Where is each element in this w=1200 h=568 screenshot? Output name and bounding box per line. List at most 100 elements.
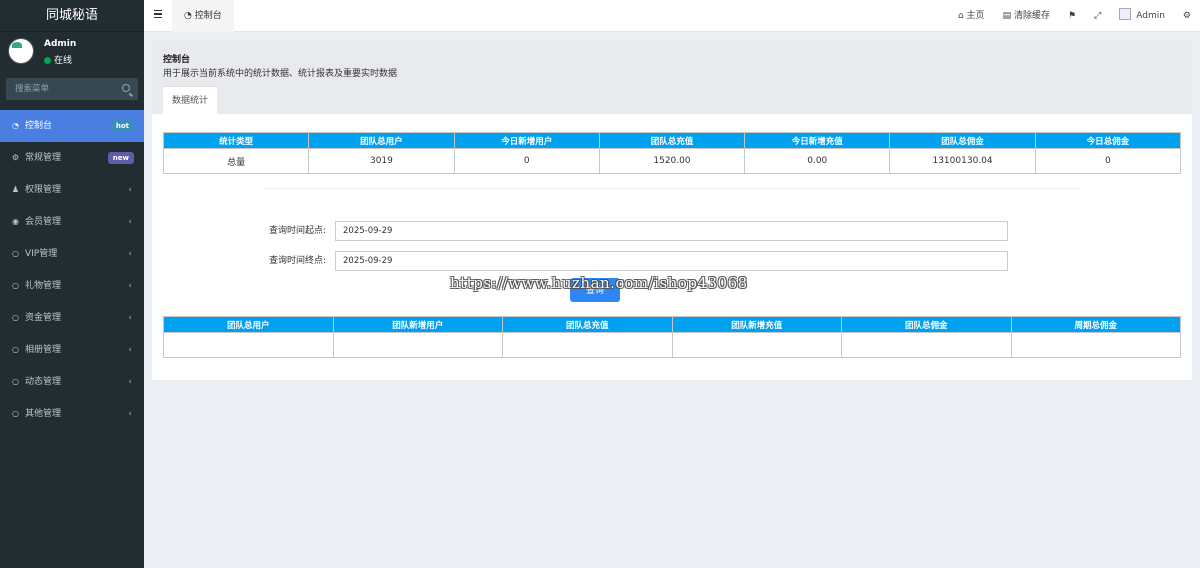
fullscreen-icon[interactable]: ⤢ xyxy=(1085,0,1110,32)
col-header: 团队总用户 xyxy=(308,132,455,149)
new-badge: new xyxy=(107,152,134,164)
col-header: 团队总充值 xyxy=(598,132,746,149)
clear-cache-link[interactable]: ▤ 清除缓存 xyxy=(994,0,1059,32)
stats-panel: 统计类型 团队总用户 今日新增用户 团队总充值 今日新增充值 团队总佣金 今日总… xyxy=(152,114,1192,380)
hot-badge: hot xyxy=(110,120,134,132)
menu-search xyxy=(6,78,138,100)
end-date-input[interactable]: 2025-09-29 xyxy=(335,251,1008,271)
col-header: 团队总佣金 xyxy=(889,132,1036,149)
table-row xyxy=(163,332,1181,358)
users-icon: ♟ xyxy=(11,185,20,194)
start-date-input[interactable]: 2025-09-29 xyxy=(335,221,1008,241)
sidebar-item-label: 动态管理 xyxy=(25,377,62,387)
circle-icon: ○ xyxy=(12,409,19,418)
watermark-text: https://www.huzhan.com/ishop43068 xyxy=(450,274,748,292)
trash-icon: ▤ xyxy=(1002,11,1014,21)
page-title: 控制台 xyxy=(163,55,191,65)
home-icon: ⌂ xyxy=(957,11,967,21)
content-header: 控制台 用于展示当前系统中的统计数据、统计报表及重要实时数据 xyxy=(152,40,1192,90)
end-date-label: 查询时间终点: xyxy=(268,256,326,266)
home-label: 主页 xyxy=(966,11,985,21)
circle-icon: ○ xyxy=(12,249,19,258)
table-cell xyxy=(502,332,673,358)
settings-gears-icon[interactable]: ⚙ xyxy=(1174,0,1200,32)
top-header: ◔ 控制台 ⌂ 主页 ▤ 清除缓存 ⚑ ⤢ Admin ⚙ xyxy=(144,0,1200,32)
sidebar-item-label: 相册管理 xyxy=(25,345,62,355)
gears-icon: ⚙ xyxy=(11,153,20,162)
circle-icon: ○ xyxy=(12,377,19,386)
table-cell: 0.00 xyxy=(744,148,891,174)
circle-icon: ○ xyxy=(12,345,19,354)
sidebar-item-permissions[interactable]: ♟ 权限管理 ‹ xyxy=(0,174,144,206)
sidebar-item-funds[interactable]: ○ 资金管理 ‹ xyxy=(0,302,144,334)
table-cell xyxy=(841,332,1012,358)
user-status-label: 在线 xyxy=(54,56,73,66)
table-header-row: 统计类型 团队总用户 今日新增用户 团队总充值 今日新增充值 团队总佣金 今日总… xyxy=(162,132,1182,149)
admin-label: Admin xyxy=(1136,11,1165,21)
col-header: 团队总充值 xyxy=(502,316,673,333)
col-header: 团队新增用户 xyxy=(332,316,503,333)
sidebar-item-dashboard[interactable]: ◔ 控制台 hot xyxy=(0,110,144,142)
menu-toggle-icon[interactable] xyxy=(154,10,162,18)
sidebar-item-members[interactable]: ◉ 会员管理 ‹ xyxy=(0,206,144,238)
sidebar-item-label: 其他管理 xyxy=(25,409,62,419)
user-avatar xyxy=(8,38,34,64)
chevron-left-icon: ‹ xyxy=(128,281,132,291)
sidebar-item-gifts[interactable]: ○ 礼物管理 ‹ xyxy=(0,270,144,302)
end-date-row: 查询时间终点: 2025-09-29 xyxy=(163,251,1181,271)
main-content: 控制台 用于展示当前系统中的统计数据、统计报表及重要实时数据 数据统计 统计类型… xyxy=(144,32,1200,568)
table-cell: 13100130.04 xyxy=(889,148,1036,174)
col-header: 团队总佣金 xyxy=(841,316,1012,333)
table-cell xyxy=(163,332,334,358)
sidebar-item-other[interactable]: ○ 其他管理 ‹ xyxy=(0,398,144,430)
language-icon[interactable]: ⚑ xyxy=(1059,0,1085,32)
user-circle-icon: ◉ xyxy=(12,217,19,226)
dashboard-icon: ◔ xyxy=(12,121,19,130)
col-header: 统计类型 xyxy=(162,132,310,149)
user-status: 在线 xyxy=(44,53,72,66)
sidebar-item-label: 礼物管理 xyxy=(25,281,62,291)
admin-menu[interactable]: Admin xyxy=(1110,0,1174,32)
sidebar: 同城秘语 Admin 在线 ◔ 控制台 hot ⚙ 常规管理 new ♟ 权限管理 ‹… xyxy=(0,0,144,568)
admin-avatar xyxy=(1119,8,1132,20)
tabs-bar: 数据统计 xyxy=(152,86,1192,114)
period-stats-table: 团队总用户 团队新增用户 团队总充值 团队新增充值 团队总佣金 周期总佣金 xyxy=(163,316,1181,358)
search-icon[interactable] xyxy=(122,84,130,92)
start-date-label: 查询时间起点: xyxy=(268,226,326,236)
sidebar-item-moments[interactable]: ○ 动态管理 ‹ xyxy=(0,366,144,398)
sidebar-menu: ◔ 控制台 hot ⚙ 常规管理 new ♟ 权限管理 ‹ ◉ 会员管理 ‹ ○ VIP管… xyxy=(0,110,144,430)
menu-search-input[interactable] xyxy=(6,78,138,100)
table-cell xyxy=(1010,332,1181,358)
col-header: 今日新增充值 xyxy=(744,132,891,149)
sidebar-item-label: 会员管理 xyxy=(25,217,62,227)
circle-icon: ○ xyxy=(12,281,19,290)
tab-dashboard[interactable]: ◔ 控制台 xyxy=(172,0,234,32)
col-header: 今日总佣金 xyxy=(1034,132,1182,149)
chevron-left-icon: ‹ xyxy=(128,345,132,355)
table-cell: 总量 xyxy=(162,148,310,174)
tab-dashboard-label: 控制台 xyxy=(194,11,222,21)
user-name: Admin xyxy=(44,39,77,49)
sidebar-item-label: 资金管理 xyxy=(25,313,62,323)
header-nav: ⌂ 主页 ▤ 清除缓存 ⚑ ⤢ Admin ⚙ xyxy=(949,0,1200,32)
chevron-left-icon: ‹ xyxy=(128,409,132,419)
chevron-left-icon: ‹ xyxy=(128,313,132,323)
table-cell xyxy=(332,332,503,358)
dashboard-icon: ◔ xyxy=(184,11,195,21)
sidebar-item-vip[interactable]: ○ VIP管理 ‹ xyxy=(0,238,144,270)
col-header: 周期总佣金 xyxy=(1010,316,1181,333)
app-title[interactable]: 同城秘语 xyxy=(0,0,144,32)
stats-table: 统计类型 团队总用户 今日新增用户 团队总充值 今日新增充值 团队总佣金 今日总… xyxy=(162,132,1182,174)
col-header: 团队总用户 xyxy=(163,316,334,333)
online-dot-icon xyxy=(44,57,51,64)
tab-statistics[interactable]: 数据统计 xyxy=(163,86,218,114)
table-header-row: 团队总用户 团队新增用户 团队总充值 团队新增充值 团队总佣金 周期总佣金 xyxy=(163,316,1181,333)
home-link[interactable]: ⌂ 主页 xyxy=(949,0,994,32)
sidebar-item-general[interactable]: ⚙ 常规管理 new xyxy=(0,142,144,174)
table-cell: 3019 xyxy=(308,148,455,174)
user-panel: Admin 在线 xyxy=(0,32,144,72)
col-header: 今日新增用户 xyxy=(453,132,600,149)
sidebar-item-albums[interactable]: ○ 相册管理 ‹ xyxy=(0,334,144,366)
col-header: 团队新增充值 xyxy=(671,316,842,333)
sidebar-item-label: 常规管理 xyxy=(25,153,62,163)
